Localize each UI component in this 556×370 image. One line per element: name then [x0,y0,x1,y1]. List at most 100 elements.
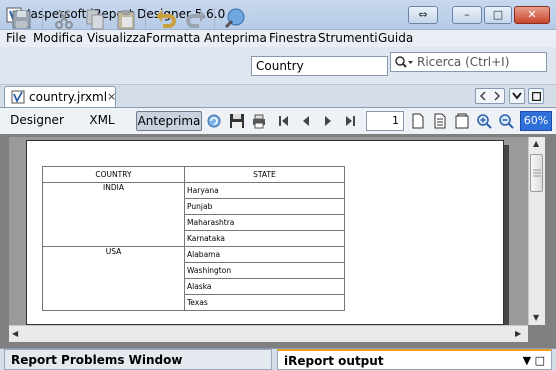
menu-bar: File Modifica Visualizza Formatta Antepr… [0,30,556,47]
country-cell-empty [42,230,185,247]
window-close-button[interactable]: ✕ [514,6,550,24]
search-placeholder: Ricerca (Ctrl+I) [417,55,510,69]
tab-ireport-output[interactable]: iReport output ▼ □ [277,349,552,370]
table-header-row: COUNTRY STATE [42,166,345,183]
tab-xml[interactable]: XML [84,111,120,131]
tab-label: iReport output [284,354,384,368]
country-cell: INDIA [42,182,185,199]
cut-icon[interactable] [52,7,76,31]
fit-width-icon[interactable] [454,113,470,129]
menu-guida[interactable]: Guida [378,31,413,45]
save-all-icon[interactable] [10,7,34,31]
panel-menu-icon[interactable]: ▼ □ [523,351,545,370]
menu-visualizza[interactable]: Visualizza [87,31,146,45]
tab-designer[interactable]: Designer [10,111,64,131]
toolbar-separator [42,8,43,30]
tab-label: country.jrxml [29,90,108,104]
vertical-scroll-thumb[interactable] [530,154,543,192]
scroll-left-icon[interactable]: ◀ [12,329,18,338]
datasource-icon[interactable] [222,7,246,31]
close-icon: ✕ [527,8,537,21]
window-maximize-icon [532,92,541,101]
search-icon [395,56,413,68]
state-cell: Washington [184,262,345,279]
menu-finestra[interactable]: Finestra [269,31,317,45]
table-row: Karnataka [42,230,345,247]
print-icon[interactable] [251,113,267,129]
tab-close-icon[interactable]: × [107,90,116,103]
scroll-down-icon[interactable]: ▼ [533,313,539,322]
datasource-select[interactable]: Country [251,56,388,76]
header-state: STATE [184,166,345,183]
copy-icon[interactable] [83,7,107,31]
table-row: Maharashtra [42,214,345,231]
search-input[interactable]: Ricerca (Ctrl+I) [390,52,547,72]
scroll-right-icon[interactable]: ▶ [515,329,521,338]
tab-scroll-buttons[interactable] [475,88,505,104]
zoom-in-icon[interactable] [476,113,492,129]
page-shadow [504,145,509,325]
table-row: Alaska [42,278,345,295]
maximize-editor-button[interactable] [528,88,544,104]
menu-formatta[interactable]: Formatta [146,31,200,45]
country-cell-empty [42,294,185,311]
save-icon[interactable] [229,113,245,129]
window-maximize-button[interactable]: □ [484,6,512,24]
datasource-value: Country [256,59,304,73]
toolbar-separator [145,8,146,30]
state-cell: Texas [184,294,345,311]
scroll-up-icon[interactable]: ▲ [533,139,539,148]
table-row: Washington [42,262,345,279]
last-page-icon[interactable] [342,113,358,129]
state-cell: Alaska [184,278,345,295]
state-cell: Karnataka [184,230,345,247]
actual-size-icon[interactable] [410,113,426,129]
country-cell-empty [42,278,185,295]
refresh-icon[interactable] [206,113,222,129]
tab-list-button[interactable] [509,88,525,104]
tab-label: Report Problems Window [11,353,183,367]
restore-icon: ⇔ [418,8,428,21]
country-cell-empty [42,198,185,215]
zoom-out-icon[interactable] [498,113,514,129]
chevron-left-right-icon [479,91,501,101]
state-cell: Punjab [184,198,345,215]
table-row: INDIA Haryana [42,182,345,199]
maximize-icon: □ [492,8,504,21]
table-row: Texas [42,294,345,311]
table-row: Punjab [42,198,345,215]
report-table: COUNTRY STATE INDIA Haryana Punjab Mahar… [42,166,345,311]
tab-anteprima[interactable]: Anteprima [136,111,202,131]
country-cell-empty [42,214,185,231]
tab-country-jrxml[interactable]: country.jrxml × [4,86,116,107]
previous-page-icon[interactable] [298,113,314,129]
minimize-icon: – [464,8,470,21]
window-restore-button[interactable]: ⇔ [408,6,438,24]
window-minimize-button[interactable]: – [452,6,482,24]
state-cell: Haryana [184,182,345,199]
chevron-down-icon [512,92,522,100]
menu-modifica[interactable]: Modifica [33,31,83,45]
country-cell-empty [42,262,185,279]
state-cell: Maharashtra [184,214,345,231]
menu-file[interactable]: File [6,31,26,45]
redo-icon[interactable] [184,7,208,31]
toolbar-separator [214,8,215,30]
next-page-icon[interactable] [320,113,336,129]
table-row: USA Alabama [42,246,345,263]
undo-icon[interactable] [154,7,178,31]
report-file-icon [11,90,25,104]
menu-anteprima[interactable]: Anteprima [204,31,267,45]
header-country: COUNTRY [42,166,185,183]
fit-page-icon[interactable] [432,113,448,129]
grip-icon [533,169,541,177]
page-number-field[interactable]: 1 [366,111,404,131]
first-page-icon[interactable] [276,113,292,129]
zoom-level-field[interactable]: 60% [520,111,552,131]
country-cell: USA [42,246,185,263]
state-cell: Alabama [184,246,345,263]
paste-icon[interactable] [114,7,138,31]
horizontal-scrollbar[interactable]: ◀ ▶ [9,325,528,342]
menu-strumenti[interactable]: Strumenti [318,31,378,45]
tab-report-problems[interactable]: Report Problems Window [4,349,272,370]
